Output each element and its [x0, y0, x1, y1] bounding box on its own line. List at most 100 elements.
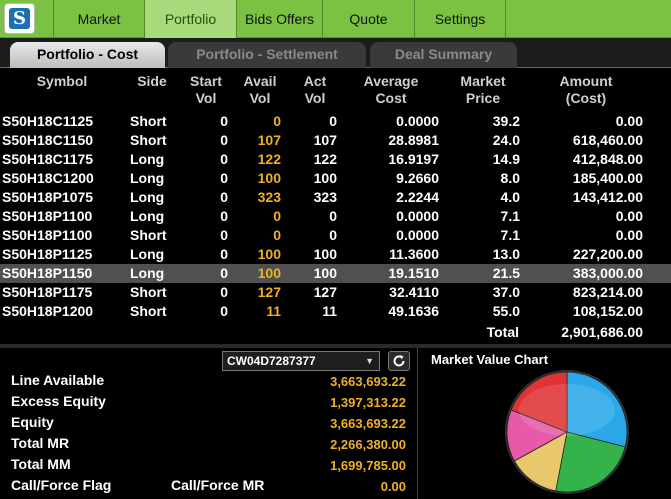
chevron-down-icon: ▼: [365, 356, 374, 366]
header-avail-vol[interactable]: Avail Vol: [234, 73, 286, 107]
call-force-mr-value: 0.00: [380, 479, 406, 494]
cell-amount: 143,412.00: [572, 189, 643, 205]
header-avg-cost-line2: Cost: [375, 90, 407, 106]
nav-tab-quote[interactable]: Quote: [322, 0, 414, 38]
call-force-flag-label: Call/Force Flag: [11, 477, 112, 493]
table-row[interactable]: S50H18C1150 Short 0 107 107 28.8981 24.0 618,46…: [0, 131, 671, 150]
cell-amount: 108,152.00: [572, 303, 643, 319]
cell-symbol: S50H18C1200: [2, 170, 94, 186]
cell-avail: 323: [257, 189, 281, 205]
cell-amount: 823,214.00: [572, 284, 643, 300]
account-label-excess-equity: Excess Equity: [11, 393, 106, 409]
cell-price: 7.1: [500, 227, 520, 243]
header-side[interactable]: Side: [128, 73, 176, 90]
cell-side: Long: [130, 170, 165, 186]
cell-amount: 0.00: [615, 113, 643, 129]
table-row[interactable]: S50H18P1125 Long 0 100 100 11.3600 13.0 227,200…: [0, 245, 671, 264]
cell-amount: 227,200.00: [572, 246, 643, 262]
app-logo[interactable]: S: [4, 3, 35, 34]
market-value-pie-chart: [505, 370, 629, 494]
cell-avail: 0: [273, 208, 281, 224]
cell-start: 0: [220, 246, 228, 262]
cell-act: 323: [313, 189, 337, 205]
total-value: 2,901,686.00: [561, 324, 643, 340]
header-market-price[interactable]: Market Price: [444, 73, 522, 107]
account-value-total-mr: 2,266,380.00: [330, 437, 406, 452]
cell-symbol: S50H18P1075: [2, 189, 94, 205]
cell-start: 0: [220, 170, 228, 186]
header-start-vol-line2: Vol: [195, 90, 217, 106]
cell-start: 0: [220, 303, 228, 319]
table-row[interactable]: S50H18C1125 Short 0 0 0 0.0000 39.2 0.00: [0, 112, 671, 131]
header-act-vol[interactable]: Act Vol: [290, 73, 340, 107]
refresh-button[interactable]: [388, 351, 410, 371]
cell-side: Long: [130, 265, 165, 281]
account-select[interactable]: CW04D7287377 ▼: [222, 351, 380, 371]
table-row[interactable]: S50H18P1150 Long 0 100 100 19.1510 21.5 383,000…: [0, 264, 671, 283]
table-row[interactable]: S50H18C1175 Long 0 122 122 16.9197 14.9 412,848…: [0, 150, 671, 169]
cell-avg: 16.9197: [388, 151, 439, 167]
cell-act: 0: [329, 208, 337, 224]
cell-symbol: S50H18C1150: [2, 132, 94, 148]
header-amount-cost[interactable]: Amount (Cost): [540, 73, 632, 107]
top-nav: S Market Portfolio Bids Offers Quote Setting…: [0, 0, 671, 38]
account-value-total-mm: 1,699,785.00: [330, 458, 406, 473]
cell-avail: 0: [273, 113, 281, 129]
cell-side: Short: [130, 113, 167, 129]
cell-start: 0: [220, 132, 228, 148]
cell-avail: 11: [266, 303, 281, 319]
table-row[interactable]: S50H18P1175 Short 0 127 127 32.4110 37.0 823,21…: [0, 283, 671, 302]
header-symbol[interactable]: Symbol: [24, 73, 100, 90]
cell-price: 21.5: [492, 265, 520, 281]
cell-act: 107: [313, 132, 337, 148]
header-act-vol-line1: Act: [303, 73, 327, 89]
cell-act: 100: [313, 246, 337, 262]
cell-symbol: S50H18P1125: [2, 246, 93, 262]
cell-act: 0: [329, 113, 337, 129]
refresh-icon: [393, 355, 405, 367]
cell-act: 11: [322, 303, 337, 319]
header-market-price-line1: Market: [460, 73, 506, 89]
cell-avg: 19.1510: [388, 265, 439, 281]
table-row[interactable]: S50H18C1200 Long 0 100 100 9.2660 8.0 185,400.0…: [0, 169, 671, 188]
cell-side: Short: [130, 132, 167, 148]
nav-tab-portfolio[interactable]: Portfolio: [144, 0, 236, 38]
account-value-line-available: 3,663,693.22: [330, 374, 406, 389]
cell-avg: 2.2244: [396, 189, 439, 205]
cell-symbol: S50H18P1100: [2, 227, 93, 243]
cell-act: 100: [313, 170, 337, 186]
header-avg-cost[interactable]: Average Cost: [352, 73, 430, 107]
cell-avg: 11.3600: [389, 246, 439, 262]
nav-tab-settings[interactable]: Settings: [414, 0, 505, 38]
cell-price: 8.0: [500, 170, 520, 186]
header-start-vol[interactable]: Start Vol: [180, 73, 232, 107]
cell-avg: 0.0000: [396, 113, 439, 129]
nav-tab-market[interactable]: Market: [53, 0, 144, 38]
cell-avg: 9.2660: [396, 170, 439, 186]
cell-symbol: S50H18P1150: [2, 265, 93, 281]
cell-side: Long: [130, 246, 165, 262]
account-label-total-mm: Total MM: [11, 456, 71, 472]
cell-amount: 412,848.00: [572, 151, 643, 167]
subtab-deal-summary[interactable]: Deal Summary: [370, 42, 517, 68]
cell-avg: 0.0000: [396, 208, 439, 224]
header-avail-vol-line2: Vol: [249, 90, 271, 106]
table-row[interactable]: S50H18P1100 Long 0 0 0 0.0000 7.1 0.00: [0, 207, 671, 226]
cell-price: 37.0: [492, 284, 520, 300]
header-amount-line1: Amount: [559, 73, 613, 89]
table-row[interactable]: S50H18P1075 Long 0 323 323 2.2244 4.0 143,412.0…: [0, 188, 671, 207]
table-row[interactable]: S50H18P1100 Short 0 0 0 0.0000 7.1 0.00: [0, 226, 671, 245]
account-label-total-mr: Total MR: [11, 435, 70, 451]
header-avg-cost-line1: Average: [363, 73, 419, 89]
cell-symbol: S50H18P1100: [2, 208, 93, 224]
cell-start: 0: [220, 189, 228, 205]
table-row[interactable]: S50H18P1200 Short 0 11 11 49.1636 55.0 108,152.…: [0, 302, 671, 321]
subtab-portfolio-cost[interactable]: Portfolio - Cost: [10, 42, 165, 68]
cell-avg: 0.0000: [396, 227, 439, 243]
subtab-portfolio-settlement[interactable]: Portfolio - Settlement: [168, 42, 366, 68]
nav-tab-bids-offers[interactable]: Bids Offers: [236, 0, 322, 38]
cell-side: Long: [130, 189, 165, 205]
cell-avg: 49.1636: [388, 303, 439, 319]
market-value-chart-panel: Market Value Chart: [419, 348, 671, 499]
cell-price: 14.9: [492, 151, 520, 167]
